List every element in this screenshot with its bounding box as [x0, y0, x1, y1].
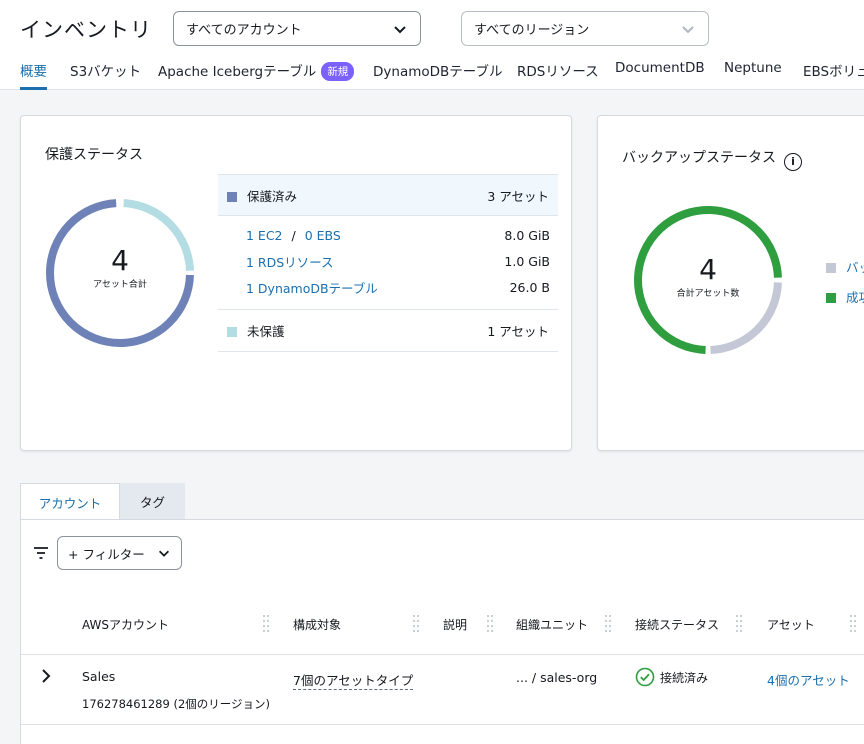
legend-swatch	[826, 293, 836, 303]
top-bar: インベントリ すべてのアカウント すべてのリージョン 概要 S3バケット Apa…	[0, 0, 864, 90]
tab-rds[interactable]: RDSリソース	[517, 56, 599, 90]
column-header-account[interactable]: AWSアカウント	[82, 616, 169, 633]
column-header-configured[interactable]: 構成対象	[293, 616, 341, 633]
rds-link[interactable]: 1 RDSリソース	[246, 252, 334, 271]
ebs-link[interactable]: 0 EBS	[305, 228, 341, 243]
size-value: 26.0 B	[509, 279, 550, 295]
new-badge: 新規	[321, 62, 355, 81]
account-select[interactable]: すべてのアカウント	[173, 11, 421, 46]
page-title: インベントリ	[20, 18, 152, 42]
tab-dynamodb[interactable]: DynamoDBテーブル	[373, 56, 502, 90]
backup-donut-center: 4 合計アセット数	[633, 253, 783, 299]
unprotected-row: 未保護 1 アセット	[218, 309, 558, 352]
tab-ebs[interactable]: EBSボリュ	[803, 56, 864, 90]
legend-swatch	[826, 263, 836, 273]
dynamodb-link[interactable]: 1 DynamoDBテーブル	[246, 278, 378, 297]
column-resize-handle[interactable]	[735, 613, 743, 633]
protection-total: 4	[111, 244, 129, 277]
backup-status-card: バックアップステータスi 4 合計アセット数 バッ 成功	[597, 115, 864, 451]
chevron-down-icon	[394, 25, 406, 33]
protection-donut-center: 4 アセット合計	[45, 244, 195, 290]
protected-sub-row: 1 DynamoDBテーブル 26.0 B	[218, 274, 558, 300]
backup-status-title: バックアップステータス i	[622, 147, 802, 171]
tab-documentdb[interactable]: DocumentDB	[615, 56, 705, 90]
column-header-assets[interactable]: アセット	[767, 616, 815, 633]
column-resize-handle[interactable]	[604, 613, 612, 633]
check-circle-icon	[635, 667, 655, 687]
ec2-link[interactable]: 1 EC2	[246, 228, 283, 243]
column-resize-handle[interactable]	[849, 613, 857, 633]
filter-icon[interactable]	[33, 546, 49, 560]
protected-sub-row: 1 RDSリソース 1.0 GiB	[218, 248, 558, 274]
inventory-tabs: 概要 S3バケット Apache Icebergテーブル 新規 DynamoDBテ…	[0, 56, 864, 90]
region-select-value: すべてのリージョン	[474, 23, 590, 38]
org-unit: ... / sales-org	[516, 670, 598, 685]
protection-donut: 4 アセット合計	[45, 198, 195, 348]
protected-row: 保護済み 3 アセット	[218, 174, 558, 216]
column-resize-handle[interactable]	[262, 613, 270, 633]
legend-item: バッ	[826, 257, 864, 276]
expand-chevron-icon[interactable]	[40, 669, 52, 683]
region-select[interactable]: すべてのリージョン	[461, 11, 709, 46]
tab-s3-buckets[interactable]: S3バケット	[70, 56, 141, 90]
add-filter-button[interactable]: + フィルター	[57, 536, 182, 570]
column-resize-handle[interactable]	[486, 613, 494, 633]
tab-accounts[interactable]: アカウント	[20, 483, 120, 520]
protected-count: 3 アセット	[487, 188, 549, 204]
column-header-description[interactable]: 説明	[443, 616, 467, 633]
unprotected-label: 未保護	[247, 324, 285, 339]
tab-tags[interactable]: タグ	[120, 483, 185, 520]
protection-status-title: 保護ステータス	[45, 147, 143, 163]
backup-donut: 4 合計アセット数	[633, 205, 783, 355]
connection-status: 接続済み	[635, 667, 708, 687]
unprotected-count: 1 アセット	[487, 324, 549, 339]
column-resize-handle[interactable]	[412, 613, 420, 633]
chevron-down-icon	[159, 550, 169, 557]
backup-total-label: 合計アセット数	[676, 289, 740, 299]
chevron-down-icon	[682, 25, 694, 33]
assets-link[interactable]: 4個のアセット	[767, 670, 850, 689]
accounts-panel: + フィルター AWSアカウント 構成対象 説明 組織ユニット 接続ステータス …	[20, 519, 864, 744]
tab-overview[interactable]: 概要	[20, 56, 47, 90]
protection-status-card: 保護ステータス 4 アセット合計 保護済み 3 アセット 1 EC2 / 0 E…	[20, 115, 572, 451]
column-header-status[interactable]: 接続ステータス	[635, 616, 719, 633]
row-divider	[21, 654, 864, 655]
protected-sub-row: 1 EC2 / 0 EBS 8.0 GiB	[246, 227, 550, 243]
size-value: 8.0 GiB	[504, 227, 550, 243]
tab-iceberg-tables[interactable]: Apache Icebergテーブル 新規	[158, 56, 355, 90]
legend-item: 成功	[826, 287, 864, 306]
account-name: Sales	[82, 669, 116, 684]
column-header-org-unit[interactable]: 組織ユニット	[516, 616, 588, 633]
protected-label: 保護済み	[247, 188, 298, 204]
account-select-value: すべてのアカウント	[186, 23, 302, 38]
size-value: 1.0 GiB	[504, 253, 550, 269]
protected-swatch	[227, 191, 237, 202]
protection-table: 保護済み 3 アセット 1 EC2 / 0 EBS 8.0 GiB 1 RDSリ…	[218, 174, 558, 352]
configured-assets[interactable]: 7個のアセットタイプ	[293, 670, 414, 690]
info-icon[interactable]: i	[784, 152, 802, 171]
unprotected-swatch	[227, 327, 237, 337]
tab-neptune[interactable]: Neptune	[724, 56, 782, 90]
row-divider	[21, 724, 864, 725]
account-id: 176278461289 (2個のリージョン)	[82, 697, 271, 711]
backup-total: 4	[699, 253, 717, 286]
protection-total-label: アセット合計	[93, 280, 147, 290]
